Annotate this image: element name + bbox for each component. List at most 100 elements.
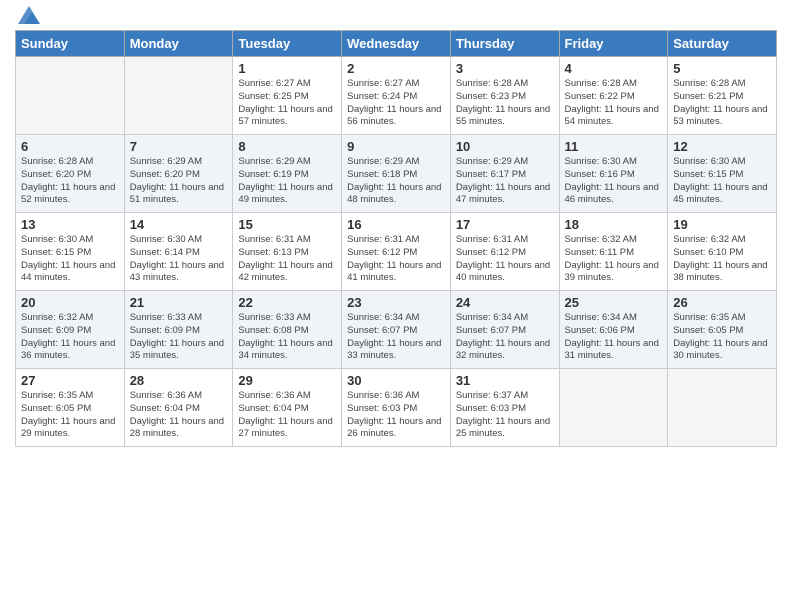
day-number: 3 bbox=[456, 61, 554, 76]
day-info: Sunrise: 6:30 AM Sunset: 6:14 PM Dayligh… bbox=[130, 234, 228, 285]
calendar-cell: 1 Sunrise: 6:27 AM Sunset: 6:25 PM Daylig… bbox=[233, 57, 342, 135]
day-number: 21 bbox=[130, 295, 228, 310]
day-number: 25 bbox=[565, 295, 663, 310]
day-number: 27 bbox=[21, 373, 119, 388]
calendar-cell: 17 Sunrise: 6:31 AM Sunset: 6:12 PM Dayli… bbox=[450, 213, 559, 291]
calendar-cell: 31 Sunrise: 6:37 AM Sunset: 6:03 PM Dayli… bbox=[450, 369, 559, 447]
day-info: Sunrise: 6:29 AM Sunset: 6:18 PM Dayligh… bbox=[347, 156, 445, 207]
calendar-cell: 21 Sunrise: 6:33 AM Sunset: 6:09 PM Dayli… bbox=[124, 291, 233, 369]
day-info: Sunrise: 6:29 AM Sunset: 6:20 PM Dayligh… bbox=[130, 156, 228, 207]
logo bbox=[15, 10, 40, 24]
calendar-cell: 13 Sunrise: 6:30 AM Sunset: 6:15 PM Dayli… bbox=[16, 213, 125, 291]
calendar-week-row: 20Sunrise: 6:32 AM Sunset: 6:09 PM Dayli… bbox=[16, 291, 777, 369]
calendar-cell: 18 Sunrise: 6:32 AM Sunset: 6:11 PM Dayli… bbox=[559, 213, 668, 291]
day-info: Sunrise: 6:31 AM Sunset: 6:12 PM Dayligh… bbox=[456, 234, 554, 285]
calendar-cell: 26Sunrise: 6:35 AM Sunset: 6:05 PM Dayli… bbox=[668, 291, 777, 369]
day-info: Sunrise: 6:29 AM Sunset: 6:17 PM Dayligh… bbox=[456, 156, 554, 207]
header bbox=[15, 10, 777, 24]
day-info: Sunrise: 6:32 AM Sunset: 6:09 PM Dayligh… bbox=[21, 312, 119, 363]
calendar-week-row: 1 Sunrise: 6:27 AM Sunset: 6:25 PM Daylig… bbox=[16, 57, 777, 135]
calendar-cell: 2 Sunrise: 6:27 AM Sunset: 6:24 PM Daylig… bbox=[342, 57, 451, 135]
day-number: 15 bbox=[238, 217, 336, 232]
day-info: Sunrise: 6:30 AM Sunset: 6:15 PM Dayligh… bbox=[673, 156, 771, 207]
day-info: Sunrise: 6:37 AM Sunset: 6:03 PM Dayligh… bbox=[456, 390, 554, 441]
calendar-cell: 8Sunrise: 6:29 AM Sunset: 6:19 PM Daylig… bbox=[233, 135, 342, 213]
day-info: Sunrise: 6:28 AM Sunset: 6:20 PM Dayligh… bbox=[21, 156, 119, 207]
calendar-cell: 5Sunrise: 6:28 AM Sunset: 6:21 PM Daylig… bbox=[668, 57, 777, 135]
calendar-cell: 7 Sunrise: 6:29 AM Sunset: 6:20 PM Daylig… bbox=[124, 135, 233, 213]
col-header-thursday: Thursday bbox=[450, 31, 559, 57]
day-info: Sunrise: 6:28 AM Sunset: 6:22 PM Dayligh… bbox=[565, 78, 663, 129]
day-info: Sunrise: 6:33 AM Sunset: 6:09 PM Dayligh… bbox=[130, 312, 228, 363]
day-info: Sunrise: 6:33 AM Sunset: 6:08 PM Dayligh… bbox=[238, 312, 336, 363]
calendar-cell: 14 Sunrise: 6:30 AM Sunset: 6:14 PM Dayli… bbox=[124, 213, 233, 291]
day-info: Sunrise: 6:29 AM Sunset: 6:19 PM Dayligh… bbox=[238, 156, 336, 207]
day-info: Sunrise: 6:35 AM Sunset: 6:05 PM Dayligh… bbox=[21, 390, 119, 441]
calendar-cell: 23 Sunrise: 6:34 AM Sunset: 6:07 PM Dayli… bbox=[342, 291, 451, 369]
calendar-cell: 28 Sunrise: 6:36 AM Sunset: 6:04 PM Dayli… bbox=[124, 369, 233, 447]
logo-icon bbox=[18, 6, 40, 24]
calendar-cell: 25 Sunrise: 6:34 AM Sunset: 6:06 PM Dayli… bbox=[559, 291, 668, 369]
page: SundayMondayTuesdayWednesdayThursdayFrid… bbox=[0, 0, 792, 612]
day-info: Sunrise: 6:35 AM Sunset: 6:05 PM Dayligh… bbox=[673, 312, 771, 363]
col-header-saturday: Saturday bbox=[668, 31, 777, 57]
col-header-friday: Friday bbox=[559, 31, 668, 57]
day-number: 6 bbox=[21, 139, 119, 154]
day-info: Sunrise: 6:31 AM Sunset: 6:12 PM Dayligh… bbox=[347, 234, 445, 285]
day-info: Sunrise: 6:36 AM Sunset: 6:04 PM Dayligh… bbox=[130, 390, 228, 441]
day-info: Sunrise: 6:27 AM Sunset: 6:24 PM Dayligh… bbox=[347, 78, 445, 129]
day-number: 24 bbox=[456, 295, 554, 310]
day-number: 23 bbox=[347, 295, 445, 310]
calendar-cell: 4 Sunrise: 6:28 AM Sunset: 6:22 PM Daylig… bbox=[559, 57, 668, 135]
calendar-cell: 27 Sunrise: 6:35 AM Sunset: 6:05 PM Dayli… bbox=[16, 369, 125, 447]
day-info: Sunrise: 6:32 AM Sunset: 6:10 PM Dayligh… bbox=[673, 234, 771, 285]
day-info: Sunrise: 6:34 AM Sunset: 6:07 PM Dayligh… bbox=[456, 312, 554, 363]
calendar-cell: 19 Sunrise: 6:32 AM Sunset: 6:10 PM Dayli… bbox=[668, 213, 777, 291]
day-number: 12 bbox=[673, 139, 771, 154]
calendar-table: SundayMondayTuesdayWednesdayThursdayFrid… bbox=[15, 30, 777, 447]
day-number: 5 bbox=[673, 61, 771, 76]
day-info: Sunrise: 6:34 AM Sunset: 6:07 PM Dayligh… bbox=[347, 312, 445, 363]
day-number: 2 bbox=[347, 61, 445, 76]
calendar-cell bbox=[559, 369, 668, 447]
day-number: 14 bbox=[130, 217, 228, 232]
calendar-cell: 22 Sunrise: 6:33 AM Sunset: 6:08 PM Dayli… bbox=[233, 291, 342, 369]
day-info: Sunrise: 6:31 AM Sunset: 6:13 PM Dayligh… bbox=[238, 234, 336, 285]
day-number: 22 bbox=[238, 295, 336, 310]
calendar-cell bbox=[668, 369, 777, 447]
calendar-week-row: 6 Sunrise: 6:28 AM Sunset: 6:20 PM Daylig… bbox=[16, 135, 777, 213]
day-number: 28 bbox=[130, 373, 228, 388]
day-info: Sunrise: 6:27 AM Sunset: 6:25 PM Dayligh… bbox=[238, 78, 336, 129]
calendar-cell: 20Sunrise: 6:32 AM Sunset: 6:09 PM Dayli… bbox=[16, 291, 125, 369]
day-number: 4 bbox=[565, 61, 663, 76]
day-number: 9 bbox=[347, 139, 445, 154]
day-info: Sunrise: 6:30 AM Sunset: 6:16 PM Dayligh… bbox=[565, 156, 663, 207]
calendar-cell bbox=[16, 57, 125, 135]
calendar-cell: 29 Sunrise: 6:36 AM Sunset: 6:04 PM Dayli… bbox=[233, 369, 342, 447]
day-info: Sunrise: 6:30 AM Sunset: 6:15 PM Dayligh… bbox=[21, 234, 119, 285]
calendar-cell: 6 Sunrise: 6:28 AM Sunset: 6:20 PM Daylig… bbox=[16, 135, 125, 213]
day-number: 31 bbox=[456, 373, 554, 388]
calendar-week-row: 27 Sunrise: 6:35 AM Sunset: 6:05 PM Dayli… bbox=[16, 369, 777, 447]
calendar-cell: 30Sunrise: 6:36 AM Sunset: 6:03 PM Dayli… bbox=[342, 369, 451, 447]
calendar-header-row: SundayMondayTuesdayWednesdayThursdayFrid… bbox=[16, 31, 777, 57]
day-number: 18 bbox=[565, 217, 663, 232]
day-number: 17 bbox=[456, 217, 554, 232]
col-header-sunday: Sunday bbox=[16, 31, 125, 57]
col-header-tuesday: Tuesday bbox=[233, 31, 342, 57]
day-number: 30 bbox=[347, 373, 445, 388]
calendar-cell: 24 Sunrise: 6:34 AM Sunset: 6:07 PM Dayli… bbox=[450, 291, 559, 369]
day-number: 7 bbox=[130, 139, 228, 154]
day-number: 19 bbox=[673, 217, 771, 232]
calendar-cell: 12 Sunrise: 6:30 AM Sunset: 6:15 PM Dayli… bbox=[668, 135, 777, 213]
calendar-cell: 16 Sunrise: 6:31 AM Sunset: 6:12 PM Dayli… bbox=[342, 213, 451, 291]
day-info: Sunrise: 6:28 AM Sunset: 6:23 PM Dayligh… bbox=[456, 78, 554, 129]
day-info: Sunrise: 6:32 AM Sunset: 6:11 PM Dayligh… bbox=[565, 234, 663, 285]
day-number: 1 bbox=[238, 61, 336, 76]
day-info: Sunrise: 6:34 AM Sunset: 6:06 PM Dayligh… bbox=[565, 312, 663, 363]
day-number: 13 bbox=[21, 217, 119, 232]
calendar-cell: 10Sunrise: 6:29 AM Sunset: 6:17 PM Dayli… bbox=[450, 135, 559, 213]
day-number: 16 bbox=[347, 217, 445, 232]
day-info: Sunrise: 6:36 AM Sunset: 6:04 PM Dayligh… bbox=[238, 390, 336, 441]
day-number: 29 bbox=[238, 373, 336, 388]
